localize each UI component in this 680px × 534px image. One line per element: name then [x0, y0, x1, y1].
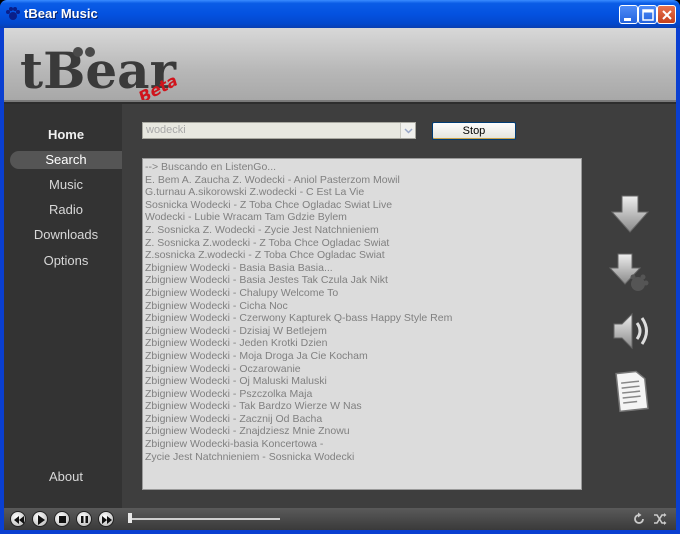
player-bar [4, 508, 676, 530]
result-item[interactable]: Zbigniew Wodecki - Basia Jestes Tak Czul… [145, 274, 579, 287]
result-item[interactable]: Z. Sosnicka Z.wodecki - Z Toba Chce Ogla… [145, 237, 579, 250]
result-item[interactable]: Zbigniew Wodecki - Zacznij Od Bacha [145, 413, 579, 426]
pause-button[interactable] [76, 511, 92, 527]
chevron-down-icon [404, 128, 413, 134]
result-item[interactable]: Zbigniew Wodecki - Oj Maluski Maluski [145, 375, 579, 388]
maximize-icon [642, 9, 654, 21]
next-button[interactable] [98, 511, 114, 527]
result-item[interactable]: Zbigniew Wodecki - Basia Basia Basia... [145, 262, 579, 275]
download-arrow-icon[interactable] [608, 192, 652, 238]
header: tBear Beta [4, 28, 676, 102]
nav-item-radio[interactable]: Radio [10, 201, 122, 219]
result-item[interactable]: G.turnau A.sikorowski Z.wodecki - C Est … [145, 186, 579, 199]
result-item[interactable]: Wodecki - Lubie Wracam Tam Gdzie Bylem [145, 211, 579, 224]
result-item[interactable]: Zbigniew Wodecki - Czerwony Kapturek Q-b… [145, 312, 579, 325]
nav-item-options[interactable]: Options [10, 252, 122, 270]
tbear-logo: tBear Beta [20, 41, 181, 100]
close-icon [662, 10, 672, 20]
speaker-icon[interactable] [608, 308, 652, 354]
search-input-value: wodecki [146, 124, 186, 136]
result-item[interactable]: Zbigniew Wodecki - Chalupy Welcome To [145, 287, 579, 300]
result-item[interactable]: Zycie Jest Natchnieniem - Sosnicka Wodec… [145, 451, 579, 464]
client-area: tBear Beta Home Search Music Radio Downl… [4, 28, 676, 530]
app-window: tBear Music tBear Beta Home Search Music… [0, 0, 680, 534]
result-item[interactable]: Z.sosnicka Z.wodecki - Z Toba Chce Oglad… [145, 249, 579, 262]
result-item[interactable]: Zbigniew Wodecki - Cicha Noc [145, 300, 579, 313]
progress-track[interactable] [132, 518, 280, 520]
nav-item-music[interactable]: Music [10, 176, 122, 194]
bear-paw-icon [6, 7, 20, 20]
minimize-icon [624, 18, 631, 21]
progress-thumb[interactable] [128, 513, 132, 523]
result-item[interactable]: Zbigniew Wodecki - Jeden Krotki Dzien [145, 337, 579, 350]
window-frame-bottom [0, 530, 680, 534]
download-bear-icon[interactable] [608, 250, 652, 296]
search-input[interactable]: wodecki [142, 122, 416, 139]
maximize-button[interactable] [638, 5, 657, 24]
stop-playback-button[interactable] [54, 511, 70, 527]
play-icon [38, 515, 45, 525]
previous-icon [14, 516, 24, 524]
stop-button[interactable]: Stop [432, 122, 516, 140]
shuffle-icon[interactable] [653, 512, 667, 526]
result-item[interactable]: Zbigniew Wodecki-basia Koncertowa - [145, 438, 579, 451]
nav-item-about[interactable]: About [10, 468, 122, 486]
result-item[interactable]: Zbigniew Wodecki - Tak Bardzo Wierze W N… [145, 400, 579, 413]
search-panel: wodecki Stop --> Buscando en ListenGo...… [122, 104, 676, 508]
result-item[interactable]: Sosnicka Wodecki - Z Toba Chce Ogladac S… [145, 199, 579, 212]
result-item[interactable]: Zbigniew Wodecki - Pszczolka Maja [145, 388, 579, 401]
title-bar[interactable]: tBear Music [0, 0, 680, 28]
document-icon[interactable] [608, 368, 652, 414]
minimize-button[interactable] [619, 5, 638, 24]
search-dropdown-button[interactable] [400, 123, 415, 138]
result-item[interactable]: Zbigniew Wodecki - Moja Droga Ja Cie Koc… [145, 350, 579, 363]
stop-icon [59, 516, 66, 523]
result-item[interactable]: Zbigniew Wodecki - Znajdziesz Mnie Znowu [145, 425, 579, 438]
results-list[interactable]: --> Buscando en ListenGo... E. Bem A. Zau… [142, 158, 582, 490]
result-item[interactable]: E. Bem A. Zaucha Z. Wodecki - Aniol Past… [145, 174, 579, 187]
repeat-icon[interactable] [632, 512, 646, 526]
sidebar: Home Search Music Radio Downloads Option… [4, 104, 122, 508]
result-item[interactable]: Z. Sosnicka Z. Wodecki - Zycie Jest Natc… [145, 224, 579, 237]
next-icon [102, 516, 112, 524]
window-title: tBear Music [24, 6, 98, 21]
previous-button[interactable] [10, 511, 26, 527]
nav-item-search[interactable]: Search [10, 151, 122, 169]
result-item[interactable]: Zbigniew Wodecki - Oczarowanie [145, 363, 579, 376]
play-button[interactable] [32, 511, 48, 527]
nav-item-home[interactable]: Home [10, 126, 122, 144]
close-button[interactable] [657, 5, 676, 24]
result-item[interactable]: Zbigniew Wodecki - Dzisiaj W Betlejem [145, 325, 579, 338]
result-item[interactable]: --> Buscando en ListenGo... [145, 161, 579, 174]
pause-icon [81, 516, 88, 523]
nav-item-downloads[interactable]: Downloads [10, 226, 122, 244]
